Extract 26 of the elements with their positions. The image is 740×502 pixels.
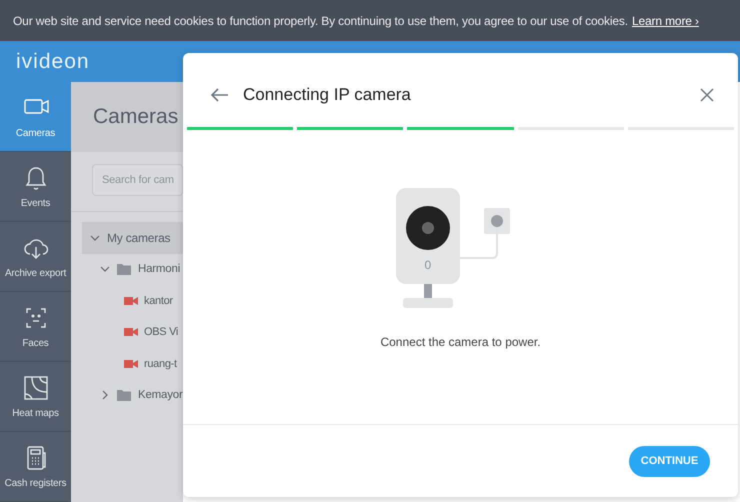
instruction-text: Connect the camera to power.: [380, 335, 541, 349]
sidebar-nav-item[interactable]: Cameras: [0, 82, 71, 152]
learn-more-link[interactable]: Learn more ›: [632, 14, 699, 28]
panel-title: Cameras: [71, 82, 183, 152]
camera-led-label: 0: [424, 258, 432, 272]
tree-item[interactable]: ruang-t: [82, 348, 195, 380]
ivideon-logo: ivideon: [16, 50, 90, 74]
folder-icon: [117, 389, 131, 402]
camera-icon: [124, 358, 138, 369]
chevron-down-icon: [100, 264, 110, 274]
back-arrow-icon[interactable]: [211, 88, 229, 102]
map-icon: [22, 374, 50, 402]
cookie-notice-text: Our web site and service need cookies to function properly. By continuing to use them, you agree to our use of cookies.: [13, 14, 628, 28]
chevron-right-icon: [100, 390, 110, 400]
tree-item[interactable]: OBS Vi: [82, 316, 195, 348]
search-field[interactable]: Search for cam: [92, 164, 183, 196]
dialog-title: Connecting IP camera: [243, 85, 412, 105]
tree-item[interactable]: kantor: [82, 285, 195, 316]
continue-button[interactable]: CONTINUE: [629, 446, 710, 476]
camera-icon: [124, 296, 138, 306]
close-icon[interactable]: [700, 88, 714, 102]
folder-icon: [117, 263, 131, 276]
camera-icon: [124, 327, 138, 338]
chevron-down-icon: [90, 232, 100, 243]
tree-item[interactable]: Harmoni: [82, 254, 195, 285]
tree-item[interactable]: Kemayor: [82, 380, 195, 411]
